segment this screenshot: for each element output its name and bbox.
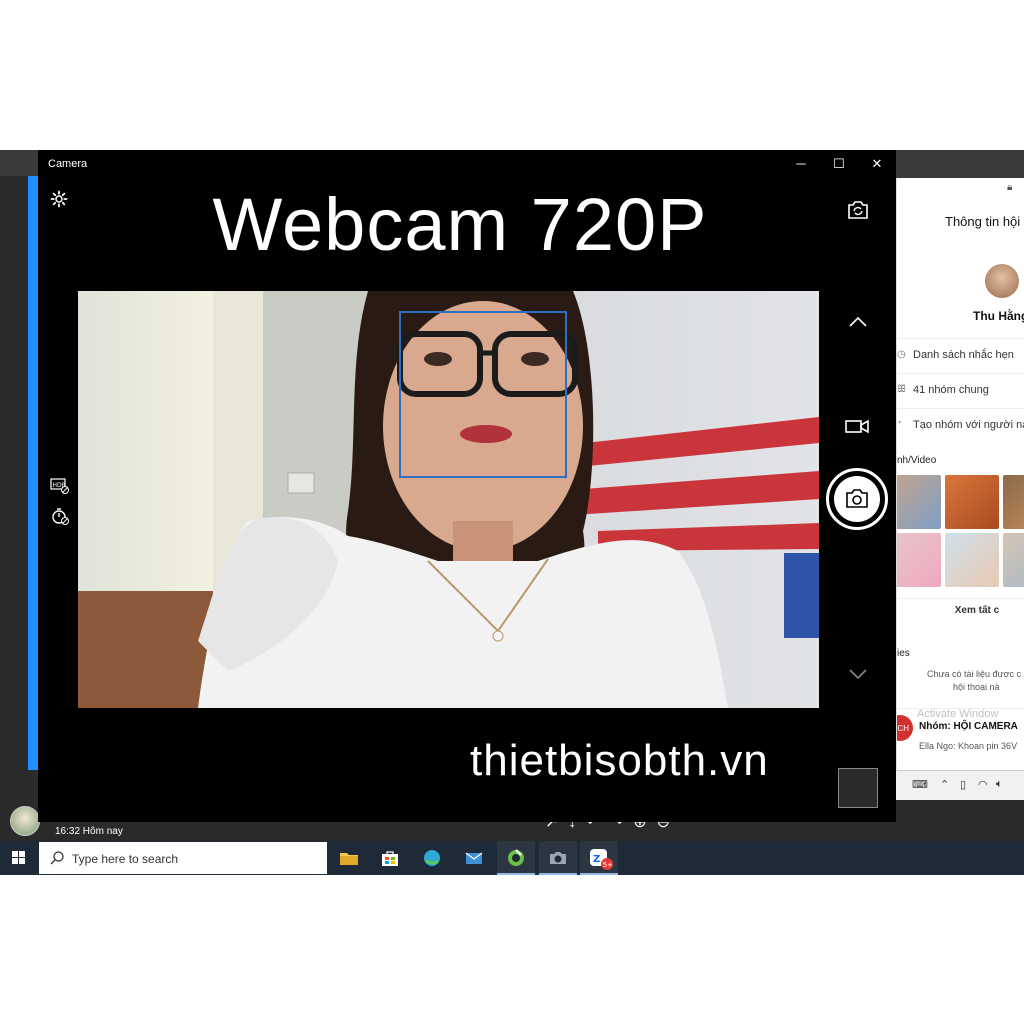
camera-roll-thumbnail[interactable] [838,768,878,808]
chevron-up-icon[interactable]: ⌃ [940,778,949,791]
clock-icon: ◷ [897,349,906,360]
create-group-row[interactable]: ⁺ Tạo nhóm với người nà [897,408,1024,442]
chevron-down-icon[interactable] [846,664,870,684]
taskbar-zalo[interactable]: Z 5+ [580,841,618,875]
camera-app-icon [550,852,566,864]
minimize-button[interactable]: ─ [782,154,820,174]
media-thumbnail[interactable] [945,475,999,529]
media-thumbnail[interactable] [1003,475,1024,529]
take-photo-button[interactable] [826,468,888,530]
taskbar-microsoft-store[interactable] [371,841,409,875]
media-thumbnail[interactable] [897,475,941,529]
lock-icon: 🔒︎ [1007,182,1013,193]
common-groups-row[interactable]: ꕥ 41 nhóm chung [897,373,1024,407]
edge-icon [424,850,440,866]
keyboard-icon[interactable]: ⌨ [912,778,928,791]
zalo-icon: Z 5+ [590,849,613,870]
media-thumbnail[interactable] [945,533,999,587]
media-section-title: nh/Video [897,455,937,466]
group-name: Nhóm: HỘI CAMERA [919,721,1018,732]
folder-icon [340,853,358,865]
row-label: Danh sách nhắc hẹn [913,349,1014,361]
settings-gear-icon[interactable] [50,190,68,208]
wifi-icon[interactable]: ◠ [978,778,988,791]
files-empty-line: Chưa có tài liệu được c [927,669,1021,679]
conversation-info-panel: 🔒︎ Thông tin hội Thu Hằng ◷ Danh sách nh… [896,178,1024,770]
taskbar-search-box[interactable]: Type here to search [39,842,327,874]
start-button[interactable] [0,841,38,875]
files-empty-message: Chưa có tài liệu được c hội thoại nà [927,668,1021,694]
search-icon [50,851,64,865]
watermark-text: thietbisobth.vn [470,736,769,785]
close-button[interactable]: ✕ [858,154,896,174]
group-avatar: CH [897,715,913,741]
taskbar-mail[interactable] [455,841,493,875]
media-thumbnail[interactable] [897,533,941,587]
taskbar-camera[interactable] [539,841,577,875]
timer-icon[interactable] [50,506,70,526]
windows-logo-icon [12,851,25,864]
battery-icon[interactable]: ▯ [960,778,966,791]
media-thumbnail[interactable] [1003,533,1024,587]
title-bar[interactable]: Camera ─ ☐ ✕ [38,150,896,178]
screen: 🔒︎ Thông tin hội Thu Hằng ◷ Danh sách nh… [0,0,1024,1024]
add-group-icon: ⁺ [897,419,903,430]
contact-avatar[interactable] [985,264,1019,298]
window-title: Camera [48,158,88,170]
volume-icon[interactable]: 🔈︎ [996,778,1003,791]
background-app-scrollbar [28,176,38,770]
reminder-list-row[interactable]: ◷ Danh sách nhắc hẹn [897,338,1024,372]
files-section-title: ies [897,648,910,659]
taskbar: Type here to search Z 5+ [0,841,1024,875]
camera-icon [846,489,868,508]
row-label: Tạo nhóm với người nà [913,419,1024,431]
coccoc-icon [508,849,524,866]
taskbar-edge[interactable] [413,841,451,875]
chevron-up-icon[interactable] [846,312,870,332]
chat-user-avatar[interactable] [10,806,40,836]
activate-windows-watermark: Activate Window [917,708,999,720]
group-icon: ꕥ [897,384,907,395]
switch-camera-icon[interactable] [846,200,870,220]
panel-title: Thông tin hội [945,214,1021,229]
hdr-icon[interactable]: HDR [50,478,70,494]
search-placeholder: Type here to search [72,852,179,866]
video-mode-icon[interactable] [844,416,870,436]
files-empty-line: hội thoại nà [953,682,1000,692]
camera-app-window: Camera ─ ☐ ✕ Webcam 720P HDR thietbisobt… [38,150,896,822]
taskbar-file-explorer[interactable] [330,841,368,875]
taskbar-coccoc[interactable] [497,841,535,875]
system-tray: ⌨ ⌃ ▯ ◠ 🔈︎ [896,770,1024,800]
overlay-title-text: Webcam 720P [212,183,708,266]
camera-preview [78,291,819,708]
see-all-media-button[interactable]: Xem tất c [897,598,1024,622]
shutter-inner [834,476,880,522]
group-last-message: Ella Ngo: Khoan pin 36V [919,741,1018,751]
face-detection-box [399,311,567,478]
svg-text:Z: Z [593,854,600,865]
contact-name: Thu Hằng [973,309,1024,323]
chat-timestamp: 16:32 Hôm nay [55,826,123,837]
notification-badge: 5+ [603,861,613,869]
maximize-button[interactable]: ☐ [820,154,858,174]
mail-icon [465,852,483,864]
row-label: 41 nhóm chung [913,384,989,396]
store-icon [382,851,398,866]
